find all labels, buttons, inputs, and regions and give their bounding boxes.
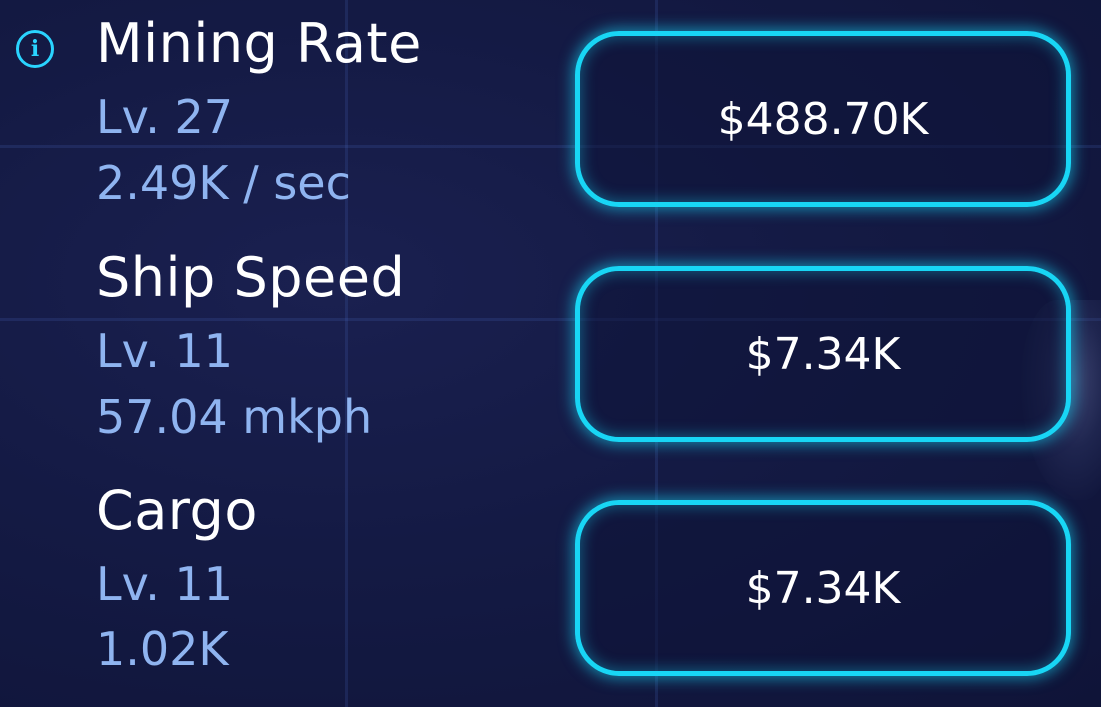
upgrade-cost-button[interactable]: $7.34K xyxy=(575,500,1071,676)
upgrade-name: Cargo xyxy=(96,479,258,542)
upgrade-level: Lv. 11 xyxy=(96,324,234,378)
upgrade-row-cargo: Cargo Lv. 11 1.02K $7.34K xyxy=(0,0,1101,676)
upgrade-cost-button[interactable]: $7.34K xyxy=(575,266,1071,442)
upgrade-stat: 57.04 mkph xyxy=(96,390,373,444)
upgrade-level: Lv. 11 xyxy=(96,557,234,611)
upgrade-name: Ship Speed xyxy=(96,246,406,309)
upgrade-stat: 1.02K xyxy=(96,622,229,676)
